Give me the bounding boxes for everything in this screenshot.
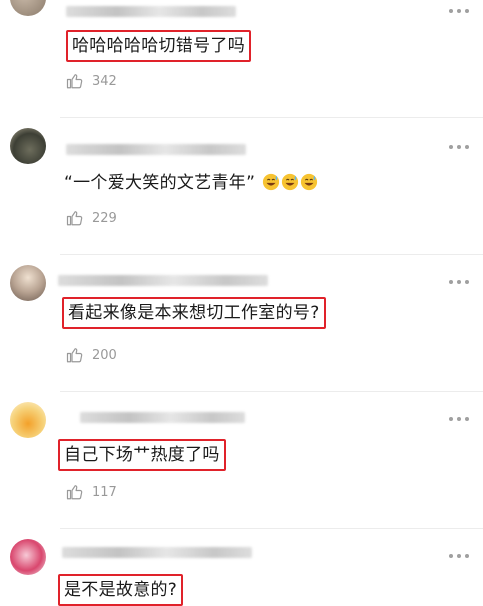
blurred-username [62,547,252,558]
like-count: 342 [92,73,117,89]
more-options-icon[interactable] [449,8,469,14]
grinning-sweat-emoji-icon [300,173,318,191]
avatar[interactable] [10,402,46,438]
grinning-sweat-emoji-icon [262,173,280,191]
more-options-icon[interactable] [449,279,469,285]
avatar[interactable] [10,265,46,301]
avatar[interactable] [10,0,46,16]
thumbs-up-icon [66,485,83,500]
comment-text-content: “一个爱大笑的文艺青年” [64,173,256,193]
more-options-icon[interactable] [449,553,469,559]
comment-text: “一个爱大笑的文艺青年” [64,171,318,195]
comment-text: 看起来像是本来想切工作室的号? [62,297,326,329]
blurred-username [58,275,268,286]
avatar[interactable] [10,539,46,575]
like-count: 117 [92,484,117,500]
like-button[interactable]: 200 [66,346,117,364]
like-button[interactable]: 117 [66,483,117,501]
thumbs-up-icon [66,74,83,89]
like-button[interactable]: 229 [66,209,117,227]
comment-text: 自己下场艹热度了吗 [58,439,226,471]
comment-text: 哈哈哈哈哈切错号了吗 [66,30,251,62]
comment-text: 是不是故意的? [58,574,184,606]
thumbs-up-icon [66,348,83,363]
comment-item: 自己下场艹热度了吗 117 [0,392,483,528]
avatar[interactable] [10,128,46,164]
comment-item: 哈哈哈哈哈切错号了吗 342 [0,0,483,118]
more-options-icon[interactable] [449,416,469,422]
like-count: 200 [92,347,117,363]
blurred-username [66,6,236,17]
more-options-icon[interactable] [449,144,469,150]
like-button[interactable]: 342 [66,72,117,90]
like-count: 229 [92,210,117,226]
comment-item: 看起来像是本来想切工作室的号? 200 [0,255,483,391]
grinning-sweat-emoji-icon [281,173,299,191]
thumbs-up-icon [66,211,83,226]
blurred-username [80,412,245,423]
blurred-username [66,144,246,155]
comment-item: “一个爱大笑的文艺青年” 229 [0,118,483,254]
comment-item: 是不是故意的? [0,529,483,606]
